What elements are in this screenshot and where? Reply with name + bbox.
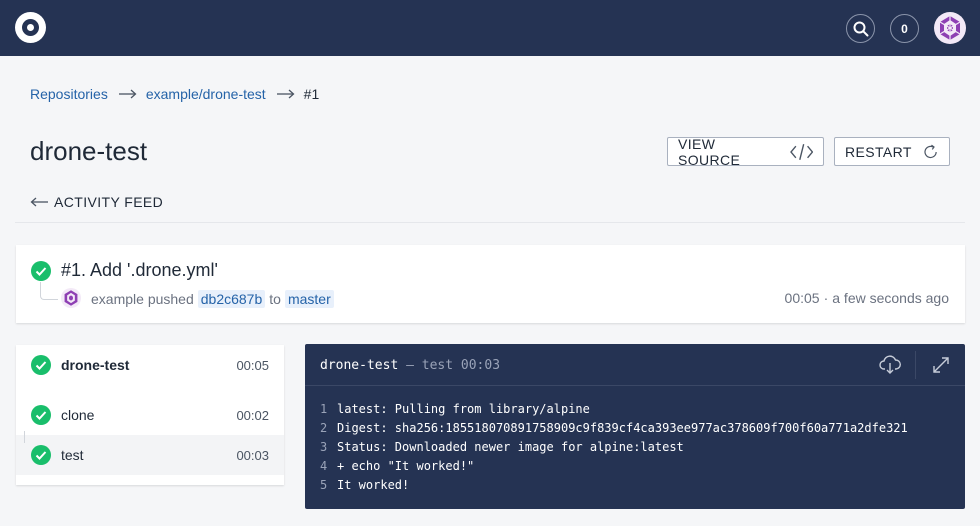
build-time-ago: a few seconds ago — [832, 290, 949, 306]
log-line: 2 Digest: sha256:185518070891758909c9f839… — [320, 419, 908, 438]
step-row-test[interactable]: test 00:03 — [16, 435, 284, 475]
page-title: drone-test — [30, 136, 148, 166]
breadcrumb: Repositories example/drone-test #1 — [30, 86, 319, 102]
arrow-right-icon — [118, 89, 137, 99]
build-title: #1. Add '.drone.yml' — [61, 260, 218, 280]
build-duration: 00:05 — [784, 290, 820, 306]
log-line-text: It worked! — [337, 478, 410, 492]
commit-sha[interactable]: db2c687b — [197, 290, 266, 308]
log-actions — [865, 344, 965, 386]
commit-author: example — [91, 291, 144, 307]
activity-feed-link[interactable]: ACTIVITY FEED — [30, 194, 163, 210]
restart-label: RESTART — [845, 143, 912, 160]
log-line-text: Status: Downloaded newer image for alpin… — [337, 440, 684, 454]
commit-to: to — [269, 291, 281, 307]
pipeline-steps-card: drone-test 00:05 clone 00:02 test 00:03 — [16, 345, 284, 485]
breadcrumb-repo-link[interactable]: example/drone-test — [146, 86, 266, 102]
log-line: 1 latest: Pulling from library/alpine — [320, 400, 908, 419]
step-time: 00:03 — [236, 447, 269, 463]
step-name: clone — [61, 407, 95, 423]
log-panel: drone-test — test 00:03 1 latest: Pulling… — [305, 344, 965, 509]
log-title: drone-test — test 00:03 — [320, 358, 500, 373]
arrow-left-icon — [30, 197, 48, 207]
view-source-label: VIEW SOURCE — [678, 135, 741, 168]
build-meta: 00:05 · a few seconds ago — [784, 290, 949, 306]
expand-icon — [932, 357, 949, 373]
step-row-clone[interactable]: clone 00:02 — [16, 395, 284, 435]
log-step: test — [421, 358, 454, 373]
log-line-number: 3 — [320, 440, 328, 454]
pipeline-name: drone-test — [61, 357, 130, 373]
search-button[interactable] — [846, 14, 875, 43]
log-line: 4 + echo "It worked!" — [320, 457, 908, 476]
log-line-number: 2 — [320, 421, 328, 435]
refresh-icon — [924, 144, 937, 158]
log-output: 1 latest: Pulling from library/alpine 2 Di… — [320, 400, 908, 495]
log-line-number: 5 — [320, 478, 328, 492]
log-line: 5 It worked! — [320, 476, 908, 495]
log-line: 3 Status: Downloaded newer image for alpi… — [320, 438, 908, 457]
drone-logo-icon[interactable] — [15, 12, 46, 43]
check-circle-icon — [31, 355, 51, 380]
arrow-right-icon — [276, 89, 295, 99]
log-line-number: 1 — [320, 402, 328, 416]
divider — [15, 222, 965, 223]
log-header: drone-test — test 00:03 — [305, 344, 965, 386]
activity-feed-label: ACTIVITY FEED — [54, 194, 164, 210]
tree-line — [40, 282, 58, 300]
breadcrumb-current: #1 — [303, 86, 320, 102]
commit-info: example pushed db2c687b to master — [91, 290, 338, 308]
check-circle-icon — [31, 445, 51, 470]
pipeline-time: 00:05 — [236, 357, 269, 373]
log-line-text: Digest: sha256:185518070891758909c9f839c… — [337, 421, 908, 435]
step-name: test — [61, 447, 84, 463]
restart-button[interactable]: RESTART — [834, 137, 950, 166]
pipeline-row[interactable]: drone-test 00:05 — [16, 345, 284, 385]
breadcrumb-repositories-link[interactable]: Repositories — [30, 86, 108, 102]
user-avatar-icon[interactable] — [934, 12, 966, 44]
download-log-button[interactable] — [865, 344, 915, 386]
commit-action: pushed — [147, 291, 194, 307]
view-source-button[interactable]: VIEW SOURCE — [667, 135, 824, 168]
log-time: 00:03 — [460, 358, 501, 373]
log-line-text: + echo "It worked!" — [337, 459, 475, 473]
log-line-number: 4 — [320, 459, 328, 473]
check-circle-icon — [31, 405, 51, 430]
code-icon — [789, 143, 813, 160]
step-time: 00:02 — [236, 407, 269, 423]
log-pipeline: drone-test — [320, 358, 399, 373]
author-avatar-icon — [61, 288, 81, 308]
log-line-text: latest: Pulling from library/alpine — [337, 402, 590, 416]
expand-log-button[interactable] — [915, 351, 965, 379]
build-summary-card: #1. Add '.drone.yml' example pushed db2c… — [16, 245, 965, 323]
log-separator: — — [398, 358, 422, 373]
download-icon — [879, 355, 901, 374]
commit-branch[interactable]: master — [284, 290, 334, 308]
search-icon — [853, 21, 868, 36]
step-connector — [24, 431, 25, 443]
top-navbar: 0 — [0, 0, 980, 56]
notification-count[interactable]: 0 — [890, 14, 919, 43]
